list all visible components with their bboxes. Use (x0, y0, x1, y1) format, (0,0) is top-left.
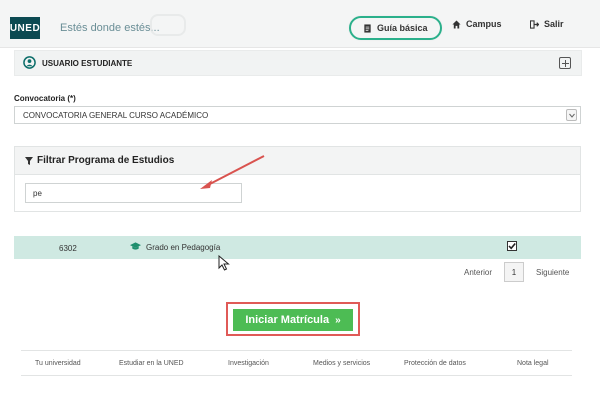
decorative-shape (150, 14, 186, 36)
iniciar-matricula-button[interactable]: Iniciar Matrícula » (233, 309, 353, 331)
footer-link-medios[interactable]: Medios y servicios (313, 360, 370, 367)
plus-square-icon[interactable] (559, 57, 571, 69)
home-icon (452, 19, 461, 29)
campus-label: Campus (466, 19, 502, 29)
iniciar-matricula-label: Iniciar Matrícula (245, 314, 330, 326)
filter-title: Filtrar Programa de Estudios (37, 155, 175, 166)
highlight-box: Iniciar Matrícula » (226, 302, 360, 336)
footer-link-proteccion[interactable]: Protección de datos (404, 360, 466, 367)
user-circle-icon (23, 56, 36, 69)
filter-panel-header: Filtrar Programa de Estudios (15, 147, 580, 175)
pagination-next[interactable]: Siguiente (536, 268, 569, 277)
guia-basica-label: Guía básica (377, 23, 428, 33)
campus-link[interactable]: Campus (452, 19, 502, 29)
graduation-cap-icon (130, 242, 141, 250)
logout-icon (530, 19, 539, 29)
convocatoria-selected-value: CONVOCATORIA GENERAL CURSO ACADÉMICO (23, 110, 209, 120)
mouse-pointer-icon (218, 255, 230, 271)
footer-link-tu-universidad[interactable]: Tu universidad (35, 360, 81, 367)
convocatoria-label: Convocatoria (*) (14, 94, 76, 103)
salir-label: Salir (544, 19, 564, 29)
convocatoria-select[interactable]: CONVOCATORIA GENERAL CURSO ACADÉMICO (14, 106, 581, 124)
site-footer: Tu universidad Estudiar en la UNED Inves… (21, 350, 572, 376)
chevron-down-icon[interactable] (566, 109, 577, 121)
double-chevron-right-icon: » (335, 314, 341, 326)
pagination-previous[interactable]: Anterior (464, 268, 492, 277)
footer-link-estudiar[interactable]: Estudiar en la UNED (119, 360, 184, 367)
top-header: UNED Estés donde estés... Guía básica Ca… (0, 0, 600, 48)
document-icon (364, 23, 371, 33)
user-role-label: USUARIO ESTUDIANTE (42, 59, 133, 68)
user-panel-header[interactable]: USUARIO ESTUDIANTE (14, 50, 582, 76)
guia-basica-link[interactable]: Guía básica (349, 16, 442, 40)
filter-input[interactable]: pe (25, 183, 242, 203)
salir-link[interactable]: Salir (530, 19, 564, 29)
program-name: Grado en Pedagogía (146, 243, 221, 252)
footer-link-investigacion[interactable]: Investigación (228, 360, 269, 367)
pagination-page-current[interactable]: 1 (504, 262, 524, 282)
checkbox-checked-icon[interactable] (507, 241, 517, 251)
program-code: 6302 (59, 244, 77, 253)
uned-logo[interactable]: UNED (10, 17, 40, 39)
table-row[interactable]: 6302 Grado en Pedagogía (14, 236, 581, 259)
filter-panel: Filtrar Programa de Estudios pe (14, 146, 581, 212)
logo-text: UNED (9, 22, 41, 34)
header-slogan: Estés donde estés... (60, 22, 160, 34)
footer-link-nota-legal[interactable]: Nota legal (517, 360, 549, 367)
filter-icon (25, 157, 33, 165)
